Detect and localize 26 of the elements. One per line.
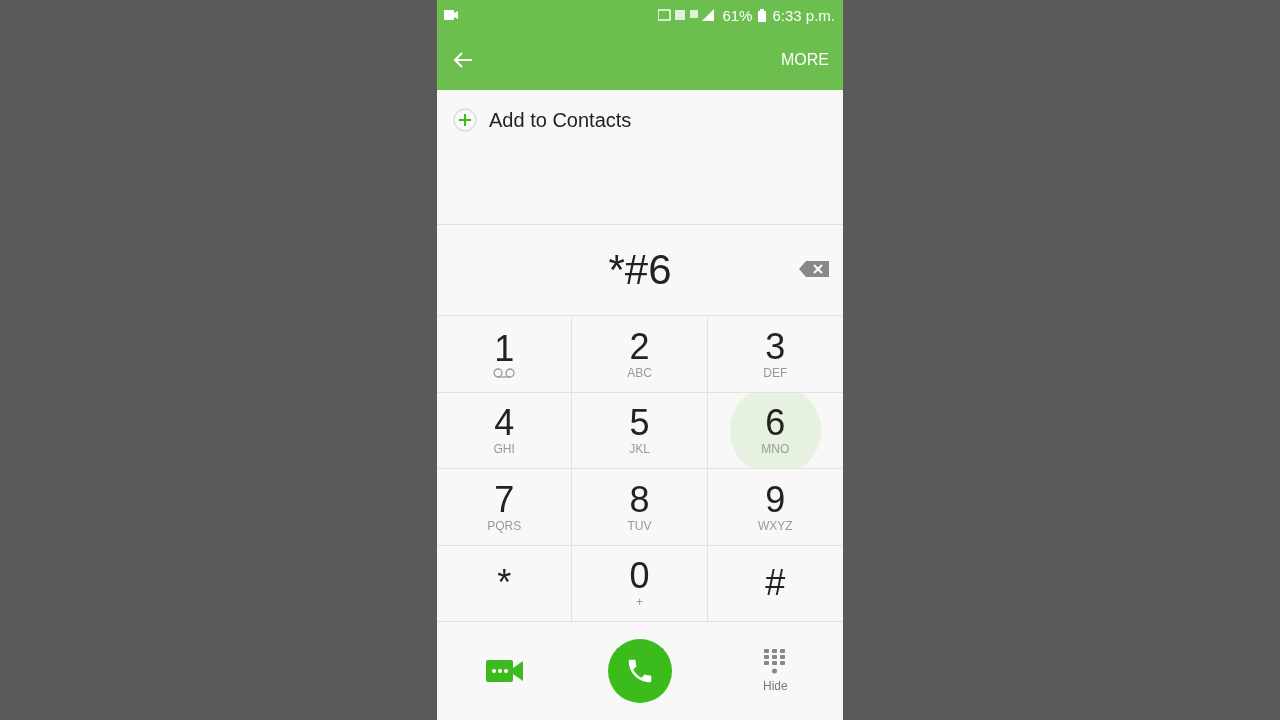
backspace-button[interactable] <box>799 261 829 277</box>
hide-keypad-button[interactable]: Hide <box>762 649 788 693</box>
battery-icon <box>758 8 767 22</box>
dial-key[interactable]: * <box>437 545 573 622</box>
dial-key[interactable]: 0 + <box>572 545 708 622</box>
dial-key[interactable]: 4 GHI <box>437 392 573 469</box>
keypad-icon <box>764 649 787 675</box>
signal-status-icons <box>658 8 717 22</box>
backspace-icon <box>799 261 829 277</box>
back-arrow-icon <box>453 51 473 69</box>
add-to-contacts-button[interactable]: Add to Contacts <box>437 90 648 150</box>
video-camera-icon <box>485 660 524 682</box>
dial-key[interactable]: 8 TUV <box>572 469 708 546</box>
video-icon <box>444 10 458 20</box>
video-call-button[interactable] <box>485 660 524 682</box>
back-button[interactable] <box>453 51 473 69</box>
dial-key[interactable]: 5 JKL <box>572 392 708 469</box>
plus-circle-icon <box>453 108 477 132</box>
dial-key[interactable]: 2 ABC <box>572 316 708 393</box>
dial-key[interactable]: 1 <box>437 316 573 393</box>
clock-time: 6:33 p.m. <box>772 6 835 24</box>
voicemail-icon <box>493 367 516 378</box>
dialed-number: *#6 <box>608 246 672 294</box>
dial-key[interactable]: 7 PQRS <box>437 469 573 546</box>
dial-key[interactable]: 6 MNO <box>707 392 843 469</box>
battery-percent: 61% <box>722 6 753 24</box>
